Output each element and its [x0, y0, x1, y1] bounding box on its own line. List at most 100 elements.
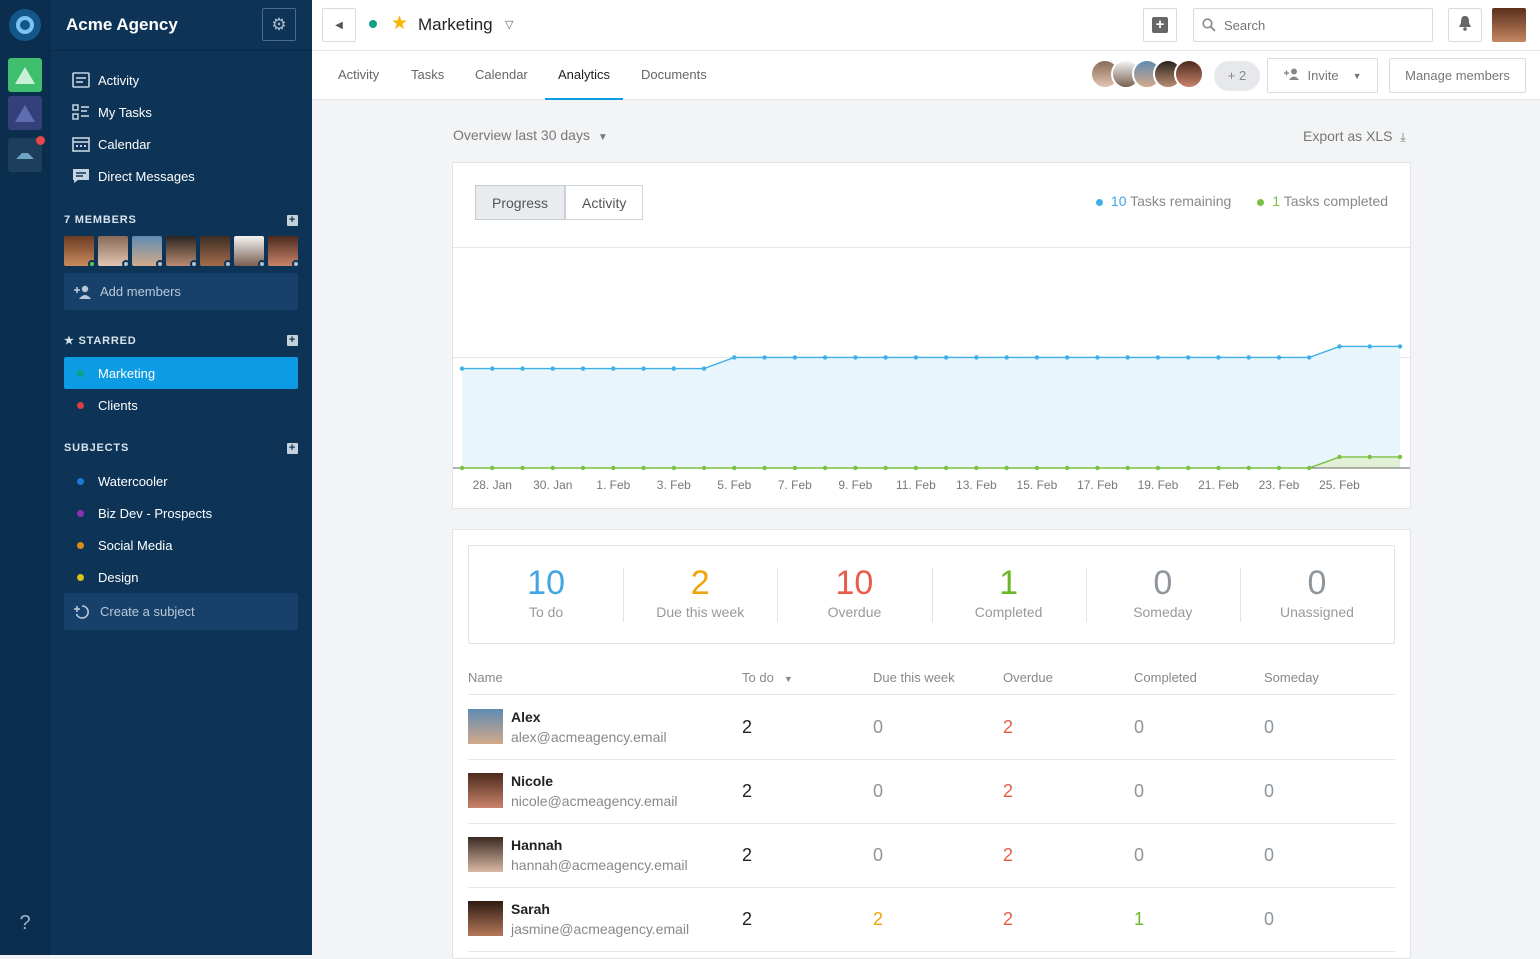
stat-due-this-week[interactable]: 2 Due this week [623, 566, 777, 622]
data-point[interactable] [1185, 465, 1191, 471]
data-point[interactable] [943, 465, 949, 471]
data-point[interactable] [1276, 355, 1282, 360]
data-point[interactable] [732, 465, 737, 471]
table-row[interactable]: Nicole nicole@acmeagency.email 2 0 2 0 0 [468, 760, 1395, 824]
data-point[interactable] [1246, 465, 1251, 471]
help-button[interactable]: ? [0, 912, 50, 935]
search-box[interactable] [1193, 8, 1433, 42]
data-point[interactable] [974, 355, 979, 360]
tab-documents[interactable]: Documents [641, 51, 707, 100]
nav-direct-messages[interactable]: Direct Messages [64, 161, 298, 191]
data-point[interactable] [520, 465, 525, 471]
channel-item-marketing[interactable]: Marketing [64, 357, 298, 389]
data-point[interactable] [1034, 465, 1040, 471]
data-point[interactable] [701, 465, 707, 471]
data-point[interactable] [792, 465, 798, 471]
col-completed[interactable]: Completed [1134, 670, 1197, 685]
col-overdue[interactable]: Overdue [1003, 670, 1053, 685]
data-point[interactable] [1397, 344, 1403, 349]
data-point[interactable] [611, 366, 616, 371]
subject-item-design[interactable]: Design [64, 561, 298, 593]
avatar[interactable] [166, 236, 198, 268]
col-todo[interactable]: To do ▼ [742, 670, 793, 685]
table-row[interactable]: Sarah jasmine@acmeagency.email 2 2 2 1 0 [468, 888, 1395, 952]
channel-item-clients[interactable]: Clients [64, 389, 298, 421]
stat-overdue[interactable]: 10 Overdue [777, 566, 931, 622]
add-members-button[interactable]: Add members [64, 273, 298, 310]
export-xls-button[interactable]: Export as XLS ⤓ [1303, 128, 1406, 145]
data-point[interactable] [490, 465, 495, 471]
data-point[interactable] [762, 465, 767, 471]
data-point[interactable] [913, 355, 919, 360]
data-point[interactable] [1125, 355, 1130, 360]
data-point[interactable] [1064, 355, 1070, 360]
workspace-switch-acme[interactable] [8, 58, 42, 92]
add-starred-plus-icon[interactable]: + [287, 335, 298, 346]
data-point[interactable] [974, 465, 979, 471]
app-logo[interactable] [9, 9, 41, 41]
avatar[interactable] [200, 236, 232, 268]
data-point[interactable] [1246, 355, 1251, 360]
back-button[interactable]: ◀ [322, 8, 356, 42]
data-point[interactable] [671, 366, 677, 371]
data-point[interactable] [550, 366, 555, 371]
data-point[interactable] [1216, 465, 1221, 471]
avatar[interactable] [234, 236, 266, 268]
nav-calendar[interactable]: Calendar [64, 129, 298, 159]
data-point[interactable] [611, 465, 616, 471]
subject-item-biz-dev[interactable]: Biz Dev - Prospects [64, 497, 298, 529]
search-input[interactable] [1224, 17, 1414, 33]
subject-item-watercooler[interactable]: Watercooler [64, 465, 298, 497]
table-row[interactable]: Alex alex@acmeagency.email 2 0 2 0 0 [468, 696, 1395, 760]
data-point[interactable] [792, 355, 798, 360]
data-point[interactable] [822, 355, 828, 360]
tab-analytics[interactable]: Analytics [545, 51, 623, 100]
data-point[interactable] [1185, 355, 1191, 360]
data-point[interactable] [1276, 465, 1282, 471]
data-point[interactable] [913, 465, 919, 471]
data-point[interactable] [762, 355, 767, 360]
data-point[interactable] [1004, 355, 1009, 360]
data-point[interactable] [1367, 454, 1372, 460]
data-point[interactable] [1337, 454, 1342, 460]
data-point[interactable] [853, 355, 858, 360]
data-point[interactable] [732, 355, 737, 360]
data-point[interactable] [822, 465, 828, 471]
data-point[interactable] [459, 366, 465, 371]
add-button[interactable]: + [1143, 8, 1177, 42]
data-point[interactable] [1125, 465, 1130, 471]
workspace-switch-2[interactable] [8, 96, 42, 130]
data-point[interactable] [580, 366, 586, 371]
data-point[interactable] [459, 465, 465, 471]
stat-unassigned[interactable]: 0 Unassigned [1239, 566, 1394, 622]
stat-someday[interactable]: 0 Someday [1085, 566, 1240, 622]
data-point[interactable] [520, 366, 525, 371]
data-point[interactable] [490, 366, 495, 371]
data-point[interactable] [1004, 465, 1009, 471]
data-point[interactable] [701, 366, 707, 371]
data-point[interactable] [883, 465, 888, 471]
nav-my-tasks[interactable]: My Tasks [64, 97, 298, 127]
stat-todo[interactable]: 10 To do [469, 566, 623, 622]
data-point[interactable] [1367, 344, 1372, 349]
create-subject-button[interactable]: Create a subject [64, 593, 298, 630]
tab-activity[interactable]: Activity [338, 51, 379, 100]
user-avatar[interactable] [1492, 8, 1526, 42]
data-point[interactable] [883, 355, 888, 360]
tab-tasks[interactable]: Tasks [411, 51, 444, 100]
data-point[interactable] [1307, 355, 1312, 360]
data-point[interactable] [550, 465, 555, 471]
toggle-activity[interactable]: Activity [565, 185, 644, 220]
data-point[interactable] [671, 465, 677, 471]
channel-member-avatars[interactable] [1090, 59, 1204, 89]
data-point[interactable] [1337, 344, 1342, 349]
subject-item-social-media[interactable]: Social Media [64, 529, 298, 561]
notifications-button[interactable] [1448, 8, 1482, 42]
avatar[interactable] [268, 236, 300, 268]
data-point[interactable] [1397, 454, 1403, 460]
add-member-plus-icon[interactable]: + [287, 214, 298, 226]
avatar[interactable] [98, 236, 130, 268]
data-point[interactable] [641, 366, 646, 371]
data-point[interactable] [1307, 465, 1312, 471]
tab-calendar[interactable]: Calendar [475, 51, 528, 100]
